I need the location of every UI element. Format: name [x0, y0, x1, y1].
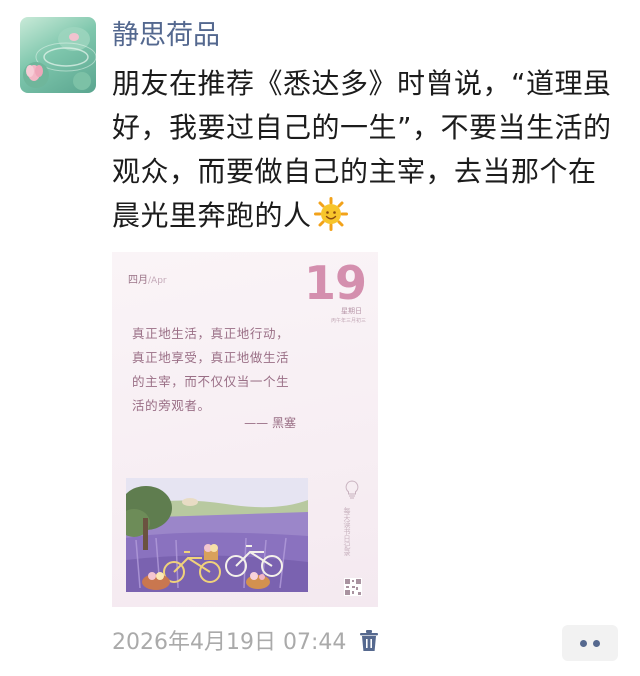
card-lunar-date: 丙午年三月初三	[330, 318, 366, 324]
lavender-painting-image	[126, 478, 308, 592]
qr-code-icon	[344, 578, 362, 596]
more-actions-button[interactable]	[562, 625, 618, 661]
post-body: 朋友在推荐《悉达多》时曾说，“道理虽好，我要过自己的一生”，不要当生活的观众，而…	[112, 62, 612, 238]
post-text: 朋友在推荐《悉达多》时曾说，“道理虽好，我要过自己的一生”，不要当生活的观众，而…	[112, 67, 612, 232]
card-month-en: /Apr	[148, 276, 167, 286]
card-day: 19	[303, 256, 367, 310]
trash-icon[interactable]	[358, 629, 380, 653]
author-name[interactable]: 静思荷品	[112, 18, 220, 54]
card-quote: 真正地生活，真正地行动，真正地享受，真正地做生活的主宰，而不仅仅当一个生活的旁观…	[132, 326, 290, 413]
more-dots-icon	[580, 640, 587, 647]
card-month: 四月/Apr	[128, 271, 167, 286]
card-quote-author: —— 黑塞	[244, 416, 296, 430]
card-weekday: 星期日	[341, 307, 362, 315]
more-dots-icon	[593, 640, 600, 647]
sun-with-face-icon	[313, 197, 348, 231]
card-month-cn: 四月	[128, 275, 148, 286]
lightbulb-icon	[345, 480, 359, 499]
post-timestamp: 2026年4月19日 07:44	[112, 630, 347, 655]
avatar-image	[23, 27, 96, 90]
calendar-card-image[interactable]: 四月/Apr 19 星期日 丙午年三月初三 真正地生活，真正地行动，真正地享受，…	[112, 252, 378, 607]
card-side-caption: 每天读书日记录	[343, 507, 351, 556]
author-avatar[interactable]	[20, 17, 96, 93]
